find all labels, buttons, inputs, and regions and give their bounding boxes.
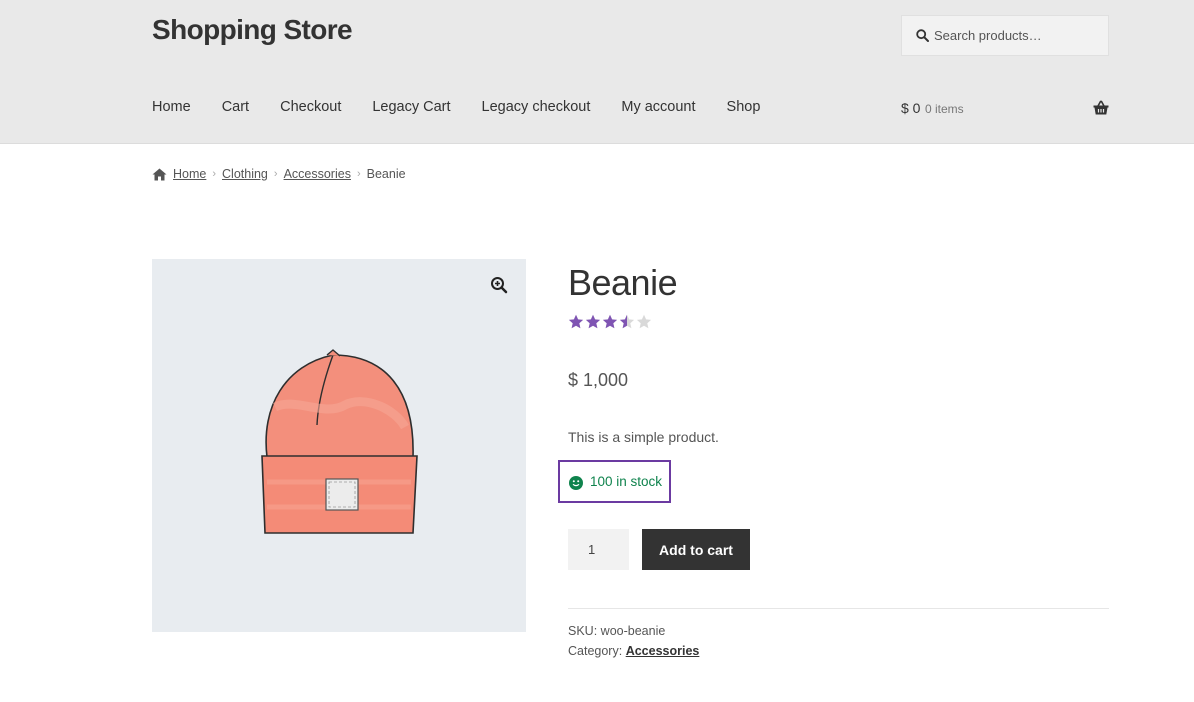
breadcrumb-home[interactable]: Home — [173, 167, 206, 181]
add-to-cart-button[interactable]: Add to cart — [642, 529, 750, 570]
star-icon — [636, 314, 652, 329]
nav-cart[interactable]: Cart — [222, 99, 249, 115]
category-link[interactable]: Accessories — [626, 644, 700, 658]
sku-value: woo-beanie — [600, 624, 666, 638]
divider — [568, 608, 1109, 609]
breadcrumb-current: Beanie — [366, 167, 406, 181]
smiley-icon — [569, 476, 583, 490]
nav-checkout[interactable]: Checkout — [280, 99, 341, 115]
breadcrumb-clothing[interactable]: Clothing — [222, 167, 268, 181]
product-category: Category: Accessories — [568, 644, 699, 658]
nav-shop[interactable]: Shop — [727, 99, 761, 115]
product-description: This is a simple product. — [568, 429, 719, 445]
cart-total: $ 0 — [901, 100, 921, 116]
quantity-input[interactable] — [568, 529, 629, 570]
breadcrumb-accessories[interactable]: Accessories — [284, 167, 351, 181]
stock-status: 100 in stock — [558, 460, 671, 503]
star-icon — [568, 314, 584, 329]
search-icon — [916, 29, 929, 42]
product-price: $ 1,000 — [568, 370, 629, 390]
product-sku: SKU: woo-beanie — [568, 624, 665, 638]
home-icon — [152, 168, 167, 180]
product-image[interactable] — [152, 259, 526, 632]
product-search — [901, 15, 1109, 56]
beanie-illustration — [261, 349, 418, 534]
primary-nav: Home Cart Checkout Legacy Cart Legacy ch… — [152, 99, 791, 115]
nav-my-account[interactable]: My account — [621, 99, 695, 115]
zoom-in-icon[interactable] — [490, 276, 508, 294]
basket-icon — [1093, 100, 1109, 115]
star-rating[interactable] — [568, 314, 652, 330]
stock-text: 100 in stock — [590, 474, 663, 489]
chevron-right-icon: › — [212, 168, 217, 180]
star-icon — [585, 314, 601, 329]
header-cart[interactable]: $ 0 0 items — [901, 100, 1109, 120]
site-header: Shopping Store Home Cart Checkout Legacy… — [0, 0, 1194, 144]
nav-home[interactable]: Home — [152, 99, 191, 115]
category-label: Category: — [568, 644, 623, 658]
chevron-right-icon: › — [273, 168, 278, 180]
star-icon — [602, 314, 618, 329]
nav-legacy-checkout[interactable]: Legacy checkout — [482, 99, 591, 115]
search-input[interactable] — [934, 16, 1104, 55]
product-title: Beanie — [568, 262, 678, 303]
breadcrumb: Home › Clothing › Accessories › Beanie — [152, 167, 406, 181]
star-icon — [619, 314, 635, 329]
chevron-right-icon: › — [356, 168, 361, 180]
nav-legacy-cart[interactable]: Legacy Cart — [372, 99, 450, 115]
site-title[interactable]: Shopping Store — [152, 14, 353, 46]
cart-count: 0 items — [925, 102, 964, 116]
sku-label: SKU: — [568, 624, 598, 638]
